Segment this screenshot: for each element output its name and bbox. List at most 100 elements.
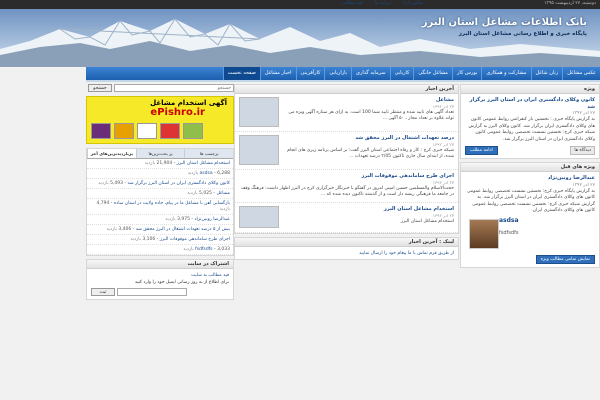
tab-tags[interactable]: برچسب ها	[184, 149, 234, 158]
view-label: بازدید	[219, 206, 230, 212]
news-title[interactable]: استخدام مشاغل استان البرز	[384, 206, 454, 212]
nav-item-home[interactable]: صفحه نخست	[222, 67, 260, 80]
latest-news-title: آخرین اخبار	[235, 85, 458, 94]
top-links: قید مطالب درباره ما تماس با ما	[342, 1, 423, 6]
middle-column: آخرین اخبار مشاغل ۲۷ ادر ۱۳۹۲ تعداد آگهی…	[234, 84, 459, 263]
nav-underline	[86, 80, 600, 82]
featured-post-excerpt: به گزارش پایگاه خبری کرج: نخستین نشست تخ…	[467, 188, 595, 214]
search-input[interactable]	[114, 84, 234, 92]
popular-link[interactable]: fsdfsdfs	[195, 247, 213, 252]
special-box-title: ویژه	[461, 85, 599, 94]
site-tagline: پایگاه خبری و اطلاع رسانی مشاغل استان ال…	[458, 31, 587, 37]
news-item: درصد تعهدات اشتغال در البرز محقق شد ۲۷ ا…	[235, 132, 458, 170]
popular-box: پربازدیدترین‌های آخر پر بحث‌ترین‌ها برچس…	[86, 148, 234, 256]
view-count: 5,025	[199, 190, 212, 196]
site-header: بانک اطلاعات مشاغل استان البرز پایگاه خب…	[0, 9, 600, 67]
news-thumbnail[interactable]	[239, 135, 279, 165]
popular-link[interactable]: asdsa	[200, 171, 213, 176]
nav-item-investment[interactable]: سرمایه گذاری	[351, 67, 390, 80]
popular-link[interactable]: بیش از ۵ درصد تعهدات اشتغال در البرز محق…	[136, 227, 230, 232]
main-nav: عکس مشاغل زنان شاغل مشارکت و همکاری بورس…	[86, 67, 600, 80]
right-column: ویژه کانون وکلای دادگستری ایران در استان…	[460, 84, 600, 271]
top-link-contact[interactable]: تماس با ما	[403, 1, 423, 6]
search-button[interactable]: جستجو	[88, 84, 112, 92]
job-ad-banner[interactable]: آگهی استخدام مشاغل ePishro.ir	[86, 96, 234, 144]
left-column: جستجو آگهی استخدام مشاغل ePishro.ir پربا…	[86, 84, 234, 303]
view-count: 6,288	[217, 170, 230, 176]
featured-post-date: ۲۷ ادر ۱۳۹۲	[572, 182, 595, 188]
nav-item-entrepreneurship[interactable]: کارآفرینی	[295, 67, 325, 80]
popular-link[interactable]: اجرای طرح ساماندهی موقوفات البرز	[160, 237, 230, 242]
contact-link[interactable]: از طریق فرم تماس با ما پیغام خود را ارسا…	[359, 251, 454, 256]
subscribe-button[interactable]: ثبت	[91, 288, 115, 296]
popular-link[interactable]: کانون وکلای دادگستری ایران در استان البر…	[128, 181, 230, 186]
rss-link[interactable]: قید مطالب به سایت	[191, 273, 229, 278]
nav-item-home-jobs[interactable]: مشاغل خانگی	[413, 67, 452, 80]
popular-link[interactable]: استخدام مشاغل استان البرز	[177, 161, 230, 166]
show-all-featured-button[interactable]: نمایش تمامی مطالب ویژه	[535, 254, 595, 264]
special-post-excerpt: به گزارش پایگاه خبری : نخستین بار کنفران…	[468, 117, 595, 142]
news-title[interactable]: مشاغل	[436, 97, 454, 103]
featured-box-title: ویژه های قبل	[461, 163, 599, 172]
view-label: بازدید	[187, 190, 198, 196]
links-box: لینک : آخرین اخبار از طریق فرم تماس با م…	[234, 237, 459, 260]
top-link-about[interactable]: درباره ما	[375, 1, 392, 6]
view-count: 21,904	[156, 160, 173, 166]
nav-item-laboratories[interactable]: عکس مشاغل	[562, 67, 600, 80]
list-item: بازگشایی آهن با مشاغل ما در پیام، جاده و…	[87, 199, 233, 215]
site-title[interactable]: بانک اطلاعات مشاغل استان البرز	[422, 17, 587, 28]
view-label: بازدید	[187, 170, 199, 176]
ad-url: ePishro.ir	[150, 107, 205, 118]
view-label: بازدید	[130, 236, 141, 242]
news-excerpt: حجت‌الاسلام والمسلمین حسین امینی امروز د…	[240, 186, 454, 197]
list-item: کانون وکلای دادگستری ایران در استان البر…	[87, 179, 233, 189]
nav-item-job-market[interactable]: بورس کار	[451, 67, 481, 80]
view-count: 4,794	[96, 200, 110, 206]
list-item: استخدام مشاغل استان البرز - 21,904 بازدی…	[87, 159, 233, 169]
latest-news-box: آخرین اخبار مشاغل ۲۷ ادر ۱۳۹۲ تعداد آگهی…	[234, 84, 459, 234]
email-field[interactable]	[117, 288, 187, 296]
special-post-title[interactable]: کانون وکلای دادگستری ایران در استان البر…	[470, 97, 595, 110]
read-more-button[interactable]: ادامه مطلب	[465, 146, 498, 155]
special-box: ویژه کانون وکلای دادگستری ایران در استان…	[460, 84, 600, 159]
popular-link[interactable]: مشاغل	[216, 191, 230, 196]
news-thumbnail[interactable]	[239, 97, 279, 127]
popular-link[interactable]: بازگشایی آهن با مشاغل ما در پیام، جاده و…	[114, 201, 230, 206]
list-item: fsdfsdfs - 3,033 بازدید	[87, 245, 233, 255]
view-count: 3,033	[217, 246, 230, 252]
nav-item-partnership[interactable]: مشارکت و همکاری	[481, 67, 530, 80]
news-title[interactable]: اجرای طرح ساماندهی موقوفات البرز	[361, 173, 454, 179]
subscribe-form: ثبت	[91, 288, 229, 296]
nav-item-marketing[interactable]: بازاریابی	[324, 67, 351, 80]
ad-logo-3	[137, 123, 157, 139]
nav-item-employment[interactable]: کاریابی	[389, 67, 414, 80]
popular-tabs: پربازدیدترین‌های آخر پر بحث‌ترین‌ها برچس…	[87, 149, 234, 159]
list-item: مشاغل - 5,025 بازدید	[87, 189, 233, 199]
special-post-date: ۲۷ ادر ۱۳۹۲	[572, 111, 595, 116]
nav-item-women[interactable]: زنان شاغل	[530, 67, 563, 80]
news-thumbnail[interactable]	[239, 206, 279, 228]
news-title[interactable]: درصد تعهدات اشتغال در البرز محقق شد	[355, 135, 454, 141]
popular-link[interactable]: عبدالرضا رونین‌نژاد	[194, 217, 230, 222]
ad-logos	[91, 123, 203, 139]
list-item: عبدالرضا رونین‌نژاد - 3,975 بازدید	[87, 215, 233, 225]
subscribe-hint: برای اطلاع از به روز رسانی ایمیل خود را …	[134, 280, 229, 285]
ad-logo-2	[114, 123, 134, 139]
featured-post-thumbnail[interactable]	[469, 218, 499, 249]
view-label: بازدید	[165, 216, 176, 222]
top-bar: قید مطالب درباره ما تماس با ما دوشنبه, ۲…	[0, 0, 600, 9]
subscribe-box: اشتراک در سایت قید مطالب به سایت برای اط…	[86, 259, 234, 300]
news-date: ۲۷ ادر ۱۳۹۲	[432, 180, 454, 185]
news-item: استخدام مشاغل استان البرز ۲۷ ادر ۱۳۹۲ اس…	[235, 203, 458, 233]
tab-most-viewed[interactable]: پربازدیدترین‌های آخر	[87, 149, 136, 158]
news-item: اجرای طرح ساماندهی موقوفات البرز ۲۷ ادر …	[235, 170, 458, 203]
view-count: 3,406	[118, 226, 132, 232]
comments-button[interactable]: دیدگاه ها	[570, 146, 595, 155]
popular-list: استخدام مشاغل استان البرز - 21,904 بازدی…	[87, 159, 233, 255]
view-label: بازدید	[144, 160, 156, 166]
featured-post-title[interactable]: عبدالرضا رونین‌نژاد	[548, 175, 595, 181]
subscribe-box-title: اشتراک در سایت	[87, 260, 233, 269]
tab-most-commented[interactable]: پر بحث‌ترین‌ها	[135, 149, 185, 158]
nav-item-job-news[interactable]: اخبار مشاغل	[259, 67, 296, 80]
top-link-rss[interactable]: قید مطالب	[342, 1, 363, 6]
